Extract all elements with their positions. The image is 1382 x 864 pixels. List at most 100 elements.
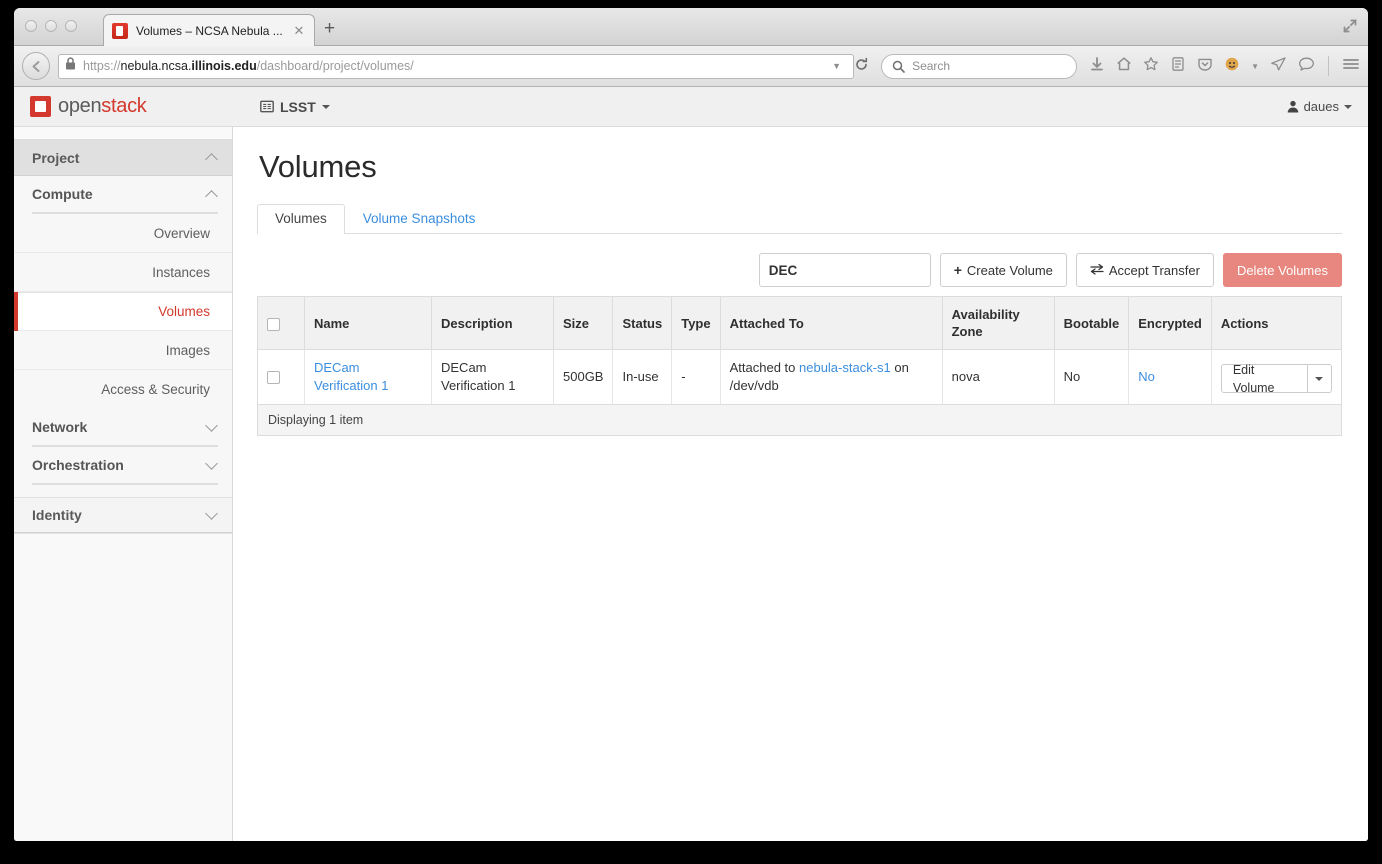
sidebar-group-orchestration-label: Orchestration — [32, 457, 124, 473]
window-zoom-button[interactable] — [65, 20, 77, 32]
transfer-arrows-icon — [1090, 263, 1104, 278]
url-scheme: https:// — [83, 59, 121, 73]
address-bar[interactable]: https://nebula.ncsa.illinois.edu/dashboa… — [58, 53, 855, 79]
sidebar-item-volumes[interactable]: Volumes — [14, 292, 232, 331]
chevron-down-icon[interactable]: ▼ — [826, 61, 847, 71]
column-header-encrypted[interactable]: Encrypted — [1128, 296, 1212, 350]
delete-volumes-button[interactable]: Delete Volumes — [1222, 253, 1342, 287]
reload-icon[interactable] — [854, 57, 873, 75]
chevron-down-icon[interactable]: ▼ — [1251, 62, 1259, 71]
sidebar-item-label: Instances — [152, 264, 210, 280]
chevron-up-icon — [205, 189, 218, 203]
accept-transfer-button[interactable]: Accept Transfer — [1075, 253, 1214, 287]
create-volume-button[interactable]: + Create Volume — [939, 253, 1067, 287]
sidebar-item-access-and-security[interactable]: Access & Security — [14, 370, 232, 409]
sidebar-panel-project[interactable]: Project — [14, 140, 232, 176]
project-icon — [260, 100, 274, 113]
window-close-button[interactable] — [25, 20, 37, 32]
row-action-button-group: Edit Volume — [1220, 363, 1332, 395]
tab-volumes[interactable]: Volumes — [257, 204, 345, 234]
edit-volume-button[interactable]: Edit Volume — [1220, 363, 1308, 395]
browser-search-placeholder: Search — [912, 59, 951, 73]
cell-size: 500GB — [553, 349, 614, 405]
cell-bootable: No — [1054, 349, 1130, 405]
column-header-attached-to[interactable]: Attached To — [720, 296, 943, 350]
window-traffic-lights — [25, 20, 77, 32]
lock-icon — [65, 57, 77, 75]
column-header-availability-zone[interactable]: Availability Zone — [942, 296, 1055, 350]
attached-instance-link[interactable]: nebula-stack-s1 — [799, 360, 891, 375]
column-header-type[interactable]: Type — [671, 296, 721, 350]
back-icon[interactable] — [22, 52, 50, 80]
column-header-bootable[interactable]: Bootable — [1054, 296, 1130, 350]
firefox-account-icon[interactable] — [1224, 56, 1240, 77]
reader-list-icon[interactable] — [1170, 56, 1186, 77]
sidebar-group-compute[interactable]: Compute — [14, 176, 232, 212]
sidebar-item-label: Overview — [153, 225, 210, 241]
cell-name: DECam Verification 1 — [304, 349, 432, 405]
sidebar-item-label: Images — [165, 342, 210, 358]
browser-toolbar: https://nebula.ncsa.illinois.edu/dashboa… — [14, 46, 1368, 87]
sidebar-group-orchestration[interactable]: Orchestration — [14, 447, 232, 483]
content-tabs: Volumes Volume Snapshots — [257, 204, 1342, 234]
accept-transfer-label: Accept Transfer — [1108, 262, 1200, 278]
url-subdomain: nebula.ncsa. — [120, 59, 192, 73]
sidebar-item-overview[interactable]: Overview — [14, 214, 232, 253]
sidebar-filler — [14, 533, 232, 841]
hamburger-menu-icon[interactable] — [1342, 56, 1360, 77]
download-icon[interactable] — [1089, 56, 1105, 77]
browser-window: Volumes – NCSA Nebula ... ✕ + https://ne… — [14, 8, 1368, 841]
home-icon[interactable] — [1116, 56, 1132, 77]
sidebar-panel-identity[interactable]: Identity — [14, 497, 232, 533]
sidebar-item-instances[interactable]: Instances — [14, 253, 232, 292]
column-header-name[interactable]: Name — [304, 296, 432, 350]
share-icon[interactable] — [1270, 56, 1287, 77]
search-input[interactable] — [768, 262, 950, 278]
filter-search-box[interactable] — [758, 253, 950, 287]
column-header-description[interactable]: Description — [431, 296, 554, 350]
new-tab-button[interactable]: + — [324, 19, 335, 38]
select-all-header — [257, 296, 305, 350]
table-toolbar: + Create Volume Accept Transfer — [257, 253, 1342, 287]
browser-tab-title: Volumes – NCSA Nebula ... — [136, 23, 283, 38]
table-header-row: Name Description Size Status Type Attach… — [257, 296, 1342, 350]
close-icon[interactable]: ✕ — [292, 24, 306, 37]
openstack-logo[interactable]: openstack — [30, 95, 234, 118]
chat-icon[interactable] — [1298, 56, 1315, 77]
openstack-logo-icon — [30, 96, 51, 117]
bookmark-star-icon[interactable] — [1143, 56, 1159, 77]
address-bar-url: https://nebula.ncsa.illinois.edu/dashboa… — [83, 59, 826, 73]
row-actions-dropdown-button[interactable] — [1307, 364, 1332, 394]
pocket-icon[interactable] — [1197, 56, 1213, 77]
cell-actions: Edit Volume — [1211, 349, 1342, 405]
table-head: Name Description Size Status Type Attach… — [257, 296, 1342, 350]
openstack-favicon-icon — [112, 22, 128, 39]
sidebar-item-images[interactable]: Images — [14, 331, 232, 370]
browser-search-box[interactable]: Search — [881, 53, 1078, 79]
page-body: Project Compute Overview Instances Volum… — [14, 127, 1368, 841]
fullscreen-icon[interactable] — [1341, 17, 1359, 35]
cell-attached-to: Attached to nebula-stack-s1 on /dev/vdb — [720, 349, 943, 405]
tab-volume-snapshots[interactable]: Volume Snapshots — [345, 204, 494, 234]
column-header-size[interactable]: Size — [553, 296, 614, 350]
volume-name-link[interactable]: DECam Verification 1 — [314, 360, 388, 393]
project-switcher[interactable]: LSST — [260, 99, 330, 115]
toolbar-divider — [1328, 56, 1329, 76]
url-path: /dashboard/project/volumes/ — [256, 59, 414, 73]
chevron-down-icon — [205, 506, 218, 520]
encrypted-link[interactable]: No — [1138, 369, 1155, 384]
column-header-status[interactable]: Status — [612, 296, 673, 350]
sidebar-group-network[interactable]: Network — [14, 409, 232, 445]
window-minimize-button[interactable] — [45, 20, 57, 32]
create-volume-label: Create Volume — [966, 262, 1053, 278]
row-select-checkbox[interactable] — [267, 371, 280, 385]
sidebar-top-strip — [14, 127, 232, 140]
table-body: DECam Verification 1 DECam Verification … — [257, 349, 1342, 405]
select-all-checkbox[interactable] — [267, 317, 280, 331]
cell-availability-zone: nova — [942, 349, 1055, 405]
plus-icon: + — [953, 262, 962, 278]
main-content: Volumes Volumes Volume Snapshots DEC + C… — [233, 127, 1368, 841]
browser-tab[interactable]: Volumes – NCSA Nebula ... ✕ — [103, 14, 315, 46]
user-menu[interactable]: daues — [1287, 99, 1352, 114]
